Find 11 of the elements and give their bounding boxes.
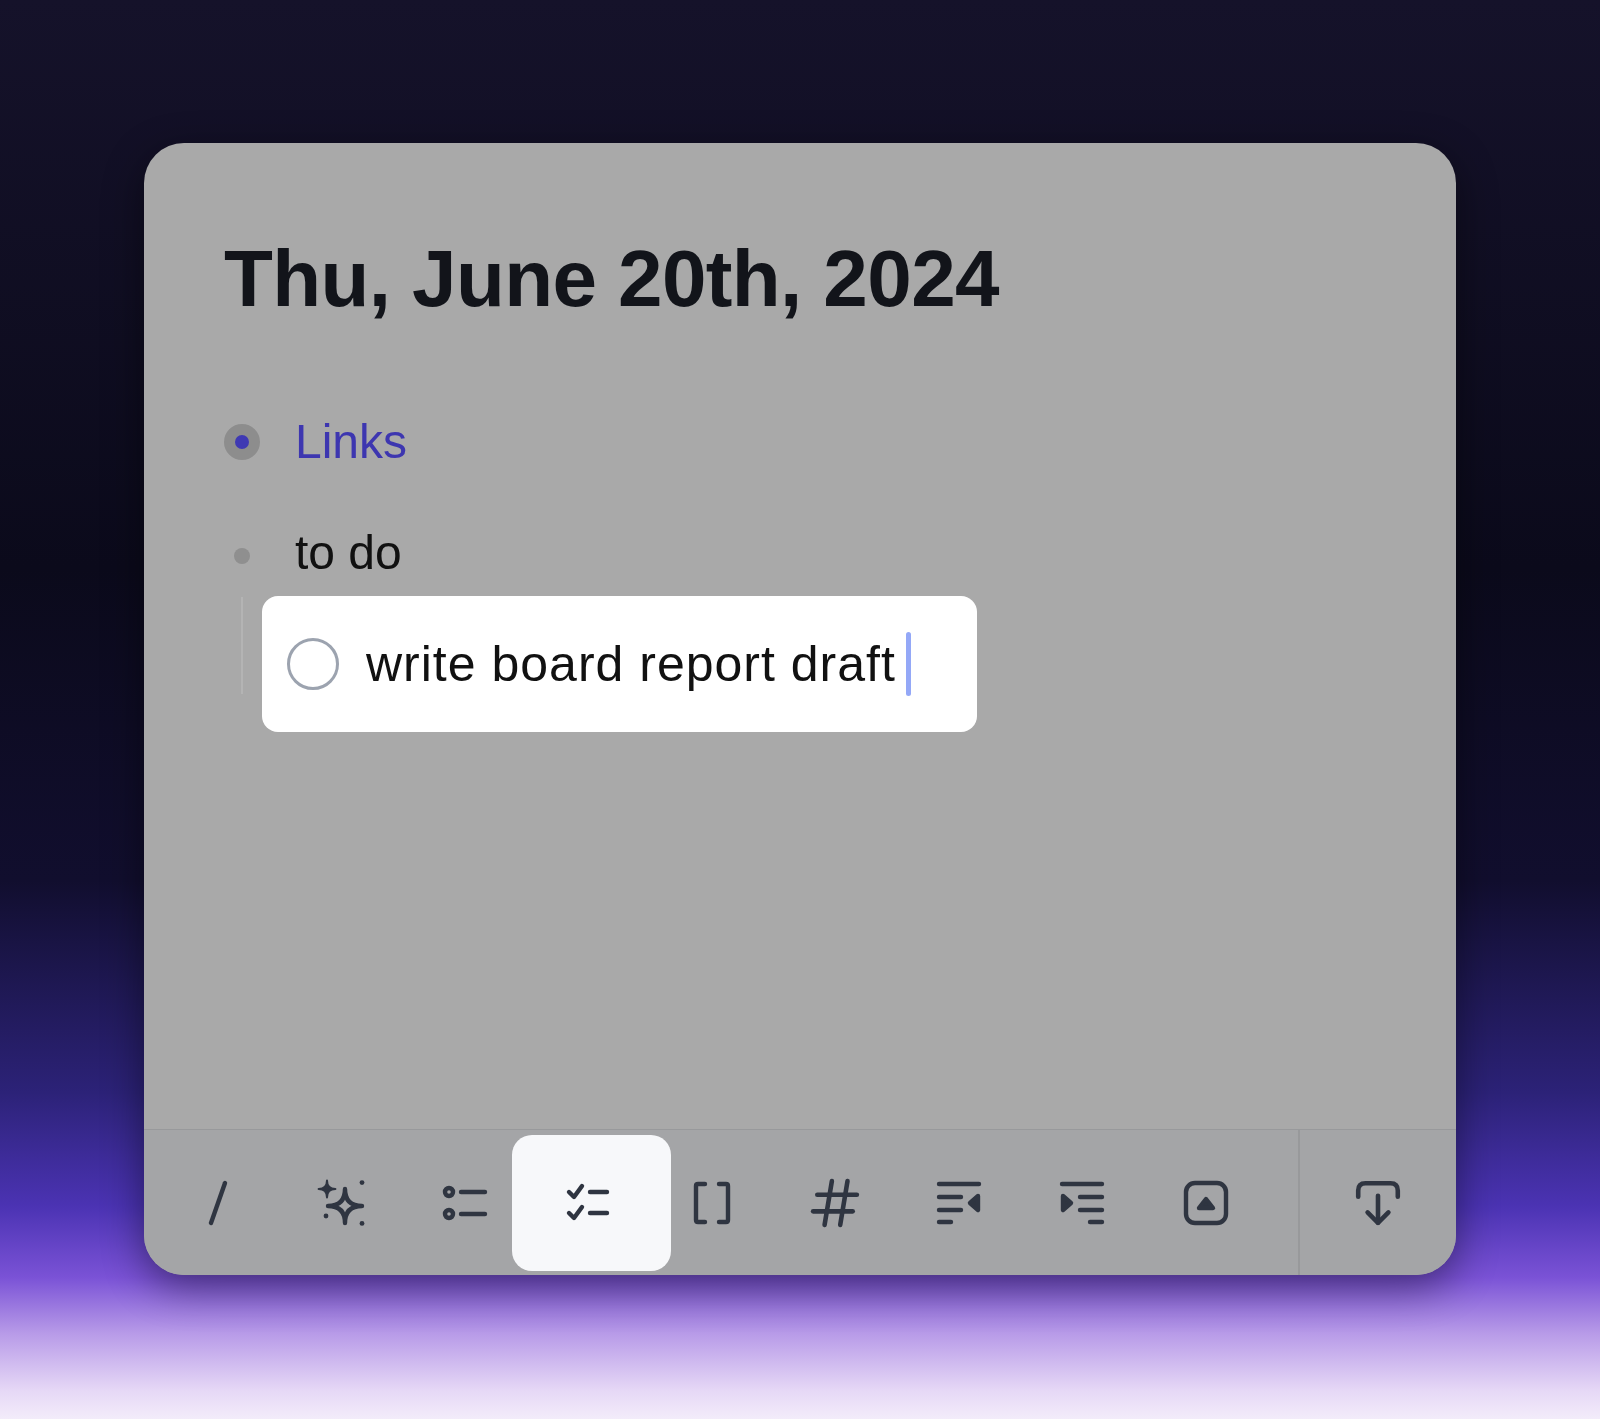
page-link[interactable]: Links [295, 412, 408, 472]
task-text[interactable]: write board report draft [366, 639, 896, 689]
collapsed-bullet-icon[interactable] [224, 424, 260, 460]
slash-icon [206, 1178, 229, 1227]
task-checkbox[interactable] [287, 638, 339, 690]
note-title: Thu, June 20th, 2024 [224, 239, 999, 319]
text-cursor-icon [905, 632, 911, 696]
block-text: to do [295, 525, 402, 581]
triangle-in-square-icon [1181, 1178, 1230, 1227]
hash-icon [810, 1177, 861, 1228]
sparkles-icon [317, 1178, 366, 1227]
